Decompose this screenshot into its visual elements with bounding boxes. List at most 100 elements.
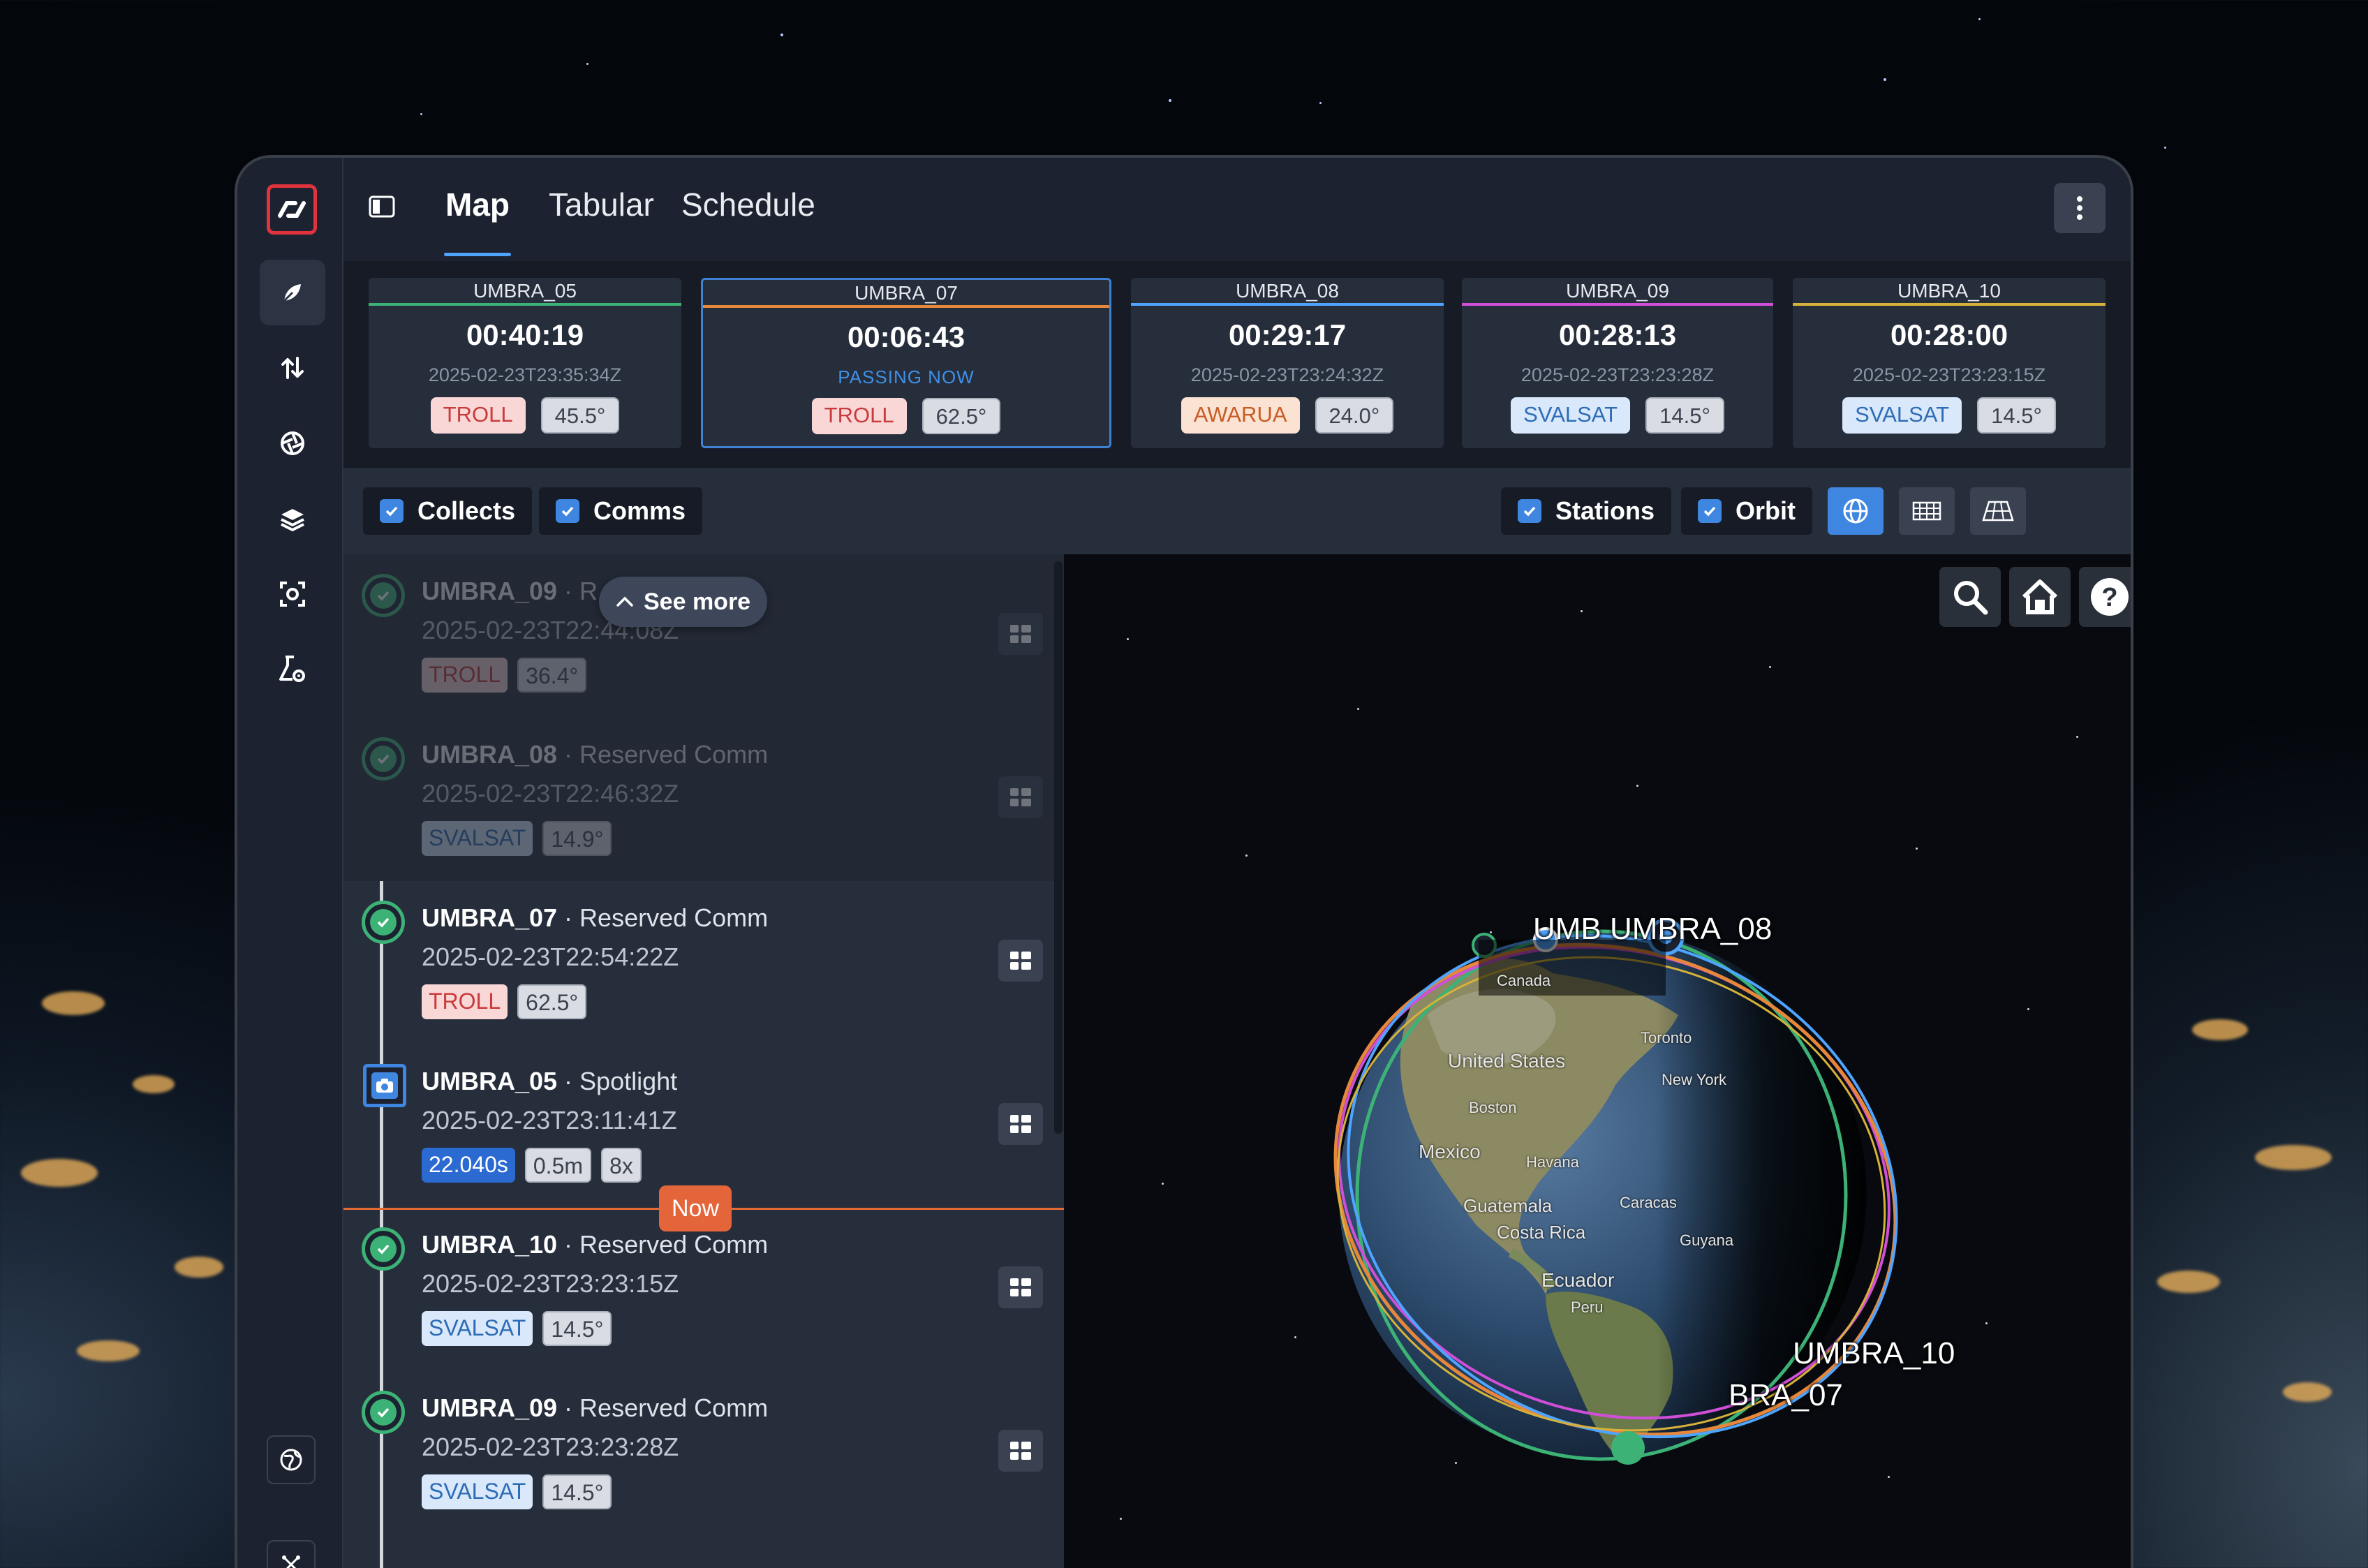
app-window: Map Tabular Schedule UMBRA_05 00:40:19 2… (235, 155, 2133, 1568)
tab-tabular[interactable]: Tabular (549, 186, 654, 223)
item-details-icon[interactable] (998, 940, 1043, 982)
checkbox-checked-icon (1518, 499, 1541, 523)
station-badge: TROLL (430, 397, 526, 434)
collects-toggle[interactable]: Collects (363, 487, 533, 535)
comms-label: Comms (593, 496, 686, 525)
station-badge: TROLL (422, 984, 508, 1019)
toggle-sidebar-icon[interactable] (369, 195, 395, 221)
comm-done-icon (362, 901, 405, 944)
layers-icon[interactable] (260, 486, 325, 552)
see-more-button[interactable]: See more (599, 577, 768, 627)
passing-now-status: PASSING NOW (838, 367, 975, 387)
station-badge: TROLL (811, 398, 907, 434)
item-satellite: UMBRA_09 (422, 577, 558, 605)
station-badge: SVALSAT (1842, 397, 1962, 434)
satellite-icon[interactable] (260, 260, 325, 325)
timeline-item[interactable]: UMBRA_10 · Reserved Comm 2025-02-23T23:2… (343, 1208, 1064, 1371)
timeline-item[interactable]: UMBRA_05 · Spotlight 2025-02-23T23:11:41… (343, 1044, 1064, 1208)
item-details-icon[interactable] (998, 613, 1043, 655)
scrollbar[interactable] (1054, 561, 1063, 1134)
card-satellite-name: UMBRA_09 (1462, 278, 1773, 306)
elevation-badge: 36.4° (517, 658, 587, 693)
collects-label: Collects (417, 496, 516, 525)
timeline-item[interactable]: UMBRA_09 · Reserved Comm 2025-02-23T23:2… (343, 1371, 1064, 1534)
pass-card-umbra-10[interactable]: UMBRA_10 00:28:00 2025-02-23T23:23:15Z S… (1793, 278, 2106, 448)
see-more-label: See more (644, 588, 751, 615)
elevation-badge: 45.5° (540, 397, 620, 434)
station-badge: SVALSAT (1511, 397, 1631, 434)
place-label: Toronto (1641, 1029, 1692, 1046)
station-badge: TROLL (422, 658, 508, 693)
card-datetime: 2025-02-23T23:24:32Z (1190, 364, 1384, 385)
globe-satellite-label-top: UMB UMBRA_08 (1533, 912, 1773, 946)
place-label: Canada (1497, 972, 1551, 989)
item-satellite: UMBRA_08 (422, 740, 558, 769)
card-countdown: 00:40:19 (466, 318, 584, 351)
timeline-item[interactable]: UMBRA_08 · Reserved Comm 2025-02-23T22:4… (343, 718, 1064, 881)
item-details-icon[interactable] (998, 1266, 1043, 1308)
flat-map-icon[interactable] (1899, 487, 1955, 535)
up-down-arrows-icon[interactable] (260, 335, 325, 401)
scan-target-icon[interactable] (260, 561, 325, 627)
globe-icon[interactable] (267, 1435, 316, 1484)
pass-card-umbra-05[interactable]: UMBRA_05 00:40:19 2025-02-23T23:35:34Z T… (369, 278, 681, 448)
comms-toggle[interactable]: Comms (539, 487, 703, 535)
looks-badge: 8x (601, 1148, 642, 1183)
item-datetime: 2025-02-23T23:23:15Z (422, 1269, 679, 1298)
pass-card-umbra-07[interactable]: UMBRA_07 00:06:43 PASSING NOW TROLL 62.5° (701, 278, 1111, 448)
item-type: R (579, 577, 598, 605)
connection-icon[interactable] (267, 1540, 316, 1568)
stations-toggle[interactable]: Stations (1501, 487, 1672, 535)
aperture-icon[interactable] (260, 411, 325, 476)
globe-render (1333, 918, 1898, 1465)
camera-icon (363, 1064, 406, 1107)
card-countdown: 00:28:13 (1558, 318, 1677, 351)
card-countdown: 00:06:43 (847, 320, 965, 353)
comm-done-icon (362, 1391, 405, 1434)
item-satellite: UMBRA_09 (422, 1393, 558, 1422)
left-rail (237, 158, 343, 1568)
item-satellite: UMBRA_10 (422, 1230, 558, 1259)
globe-map-view[interactable]: ? UMB UMBRA_08 UMBRA_10 BRA_07 Canada Un… (1064, 554, 2131, 1568)
more-menu-button[interactable] (2054, 183, 2106, 233)
filter-toolbar: Collects Comms Stations Orbit (343, 468, 2131, 554)
tab-schedule[interactable]: Schedule (681, 186, 815, 223)
item-type: Reserved Comm (579, 740, 769, 769)
pass-card-umbra-09[interactable]: UMBRA_09 00:28:13 2025-02-23T23:23:28Z S… (1462, 278, 1773, 448)
station-badge: SVALSAT (422, 821, 533, 856)
app-logo-icon[interactable] (267, 184, 317, 235)
card-countdown: 00:28:00 (1890, 318, 2008, 351)
active-tab-indicator (444, 253, 511, 256)
stations-label: Stations (1555, 496, 1655, 525)
item-datetime: 2025-02-23T23:11:41Z (422, 1106, 677, 1134)
place-label: Costa Rica (1497, 1222, 1586, 1243)
globe-satellite-label-umbra-10: UMBRA_10 (1793, 1336, 1955, 1370)
timeline-list[interactable]: UMBRA_09 · R 2025-02-23T22:44:08Z TROLL 3… (343, 554, 1064, 1568)
card-datetime: 2025-02-23T23:23:15Z (1852, 364, 2046, 385)
elevation-badge: 62.5° (517, 984, 587, 1019)
columbus-view-icon[interactable] (1970, 487, 2026, 535)
orbit-label: Orbit (1736, 496, 1796, 525)
place-label: New York (1662, 1071, 1726, 1088)
pass-card-umbra-08[interactable]: UMBRA_08 00:29:17 2025-02-23T23:24:32Z A… (1131, 278, 1444, 448)
flask-gear-icon[interactable] (260, 637, 325, 702)
item-datetime: 2025-02-23T22:46:32Z (422, 779, 679, 808)
top-bar: Map Tabular Schedule (343, 158, 2131, 261)
globe-view-icon[interactable] (1828, 487, 1884, 535)
card-satellite-name: UMBRA_10 (1793, 278, 2106, 306)
item-type: Spotlight (579, 1067, 678, 1095)
place-label: Boston (1469, 1099, 1517, 1116)
chevron-up-icon (616, 596, 633, 607)
orbit-toggle[interactable]: Orbit (1681, 487, 1812, 535)
item-type: Reserved Comm (579, 1230, 769, 1259)
place-label: Peru (1571, 1299, 1604, 1316)
item-details-icon[interactable] (998, 776, 1043, 818)
elevation-badge: 14.9° (542, 821, 612, 856)
timeline-item[interactable]: UMBRA_07 · Reserved Comm 2025-02-23T22:5… (343, 881, 1064, 1044)
item-details-icon[interactable] (998, 1430, 1043, 1472)
tab-map[interactable]: Map (445, 186, 510, 223)
place-label: Ecuador (1541, 1269, 1615, 1291)
item-details-icon[interactable] (998, 1103, 1043, 1145)
card-countdown: 00:29:17 (1228, 318, 1347, 351)
place-label: Guyana (1680, 1232, 1734, 1249)
